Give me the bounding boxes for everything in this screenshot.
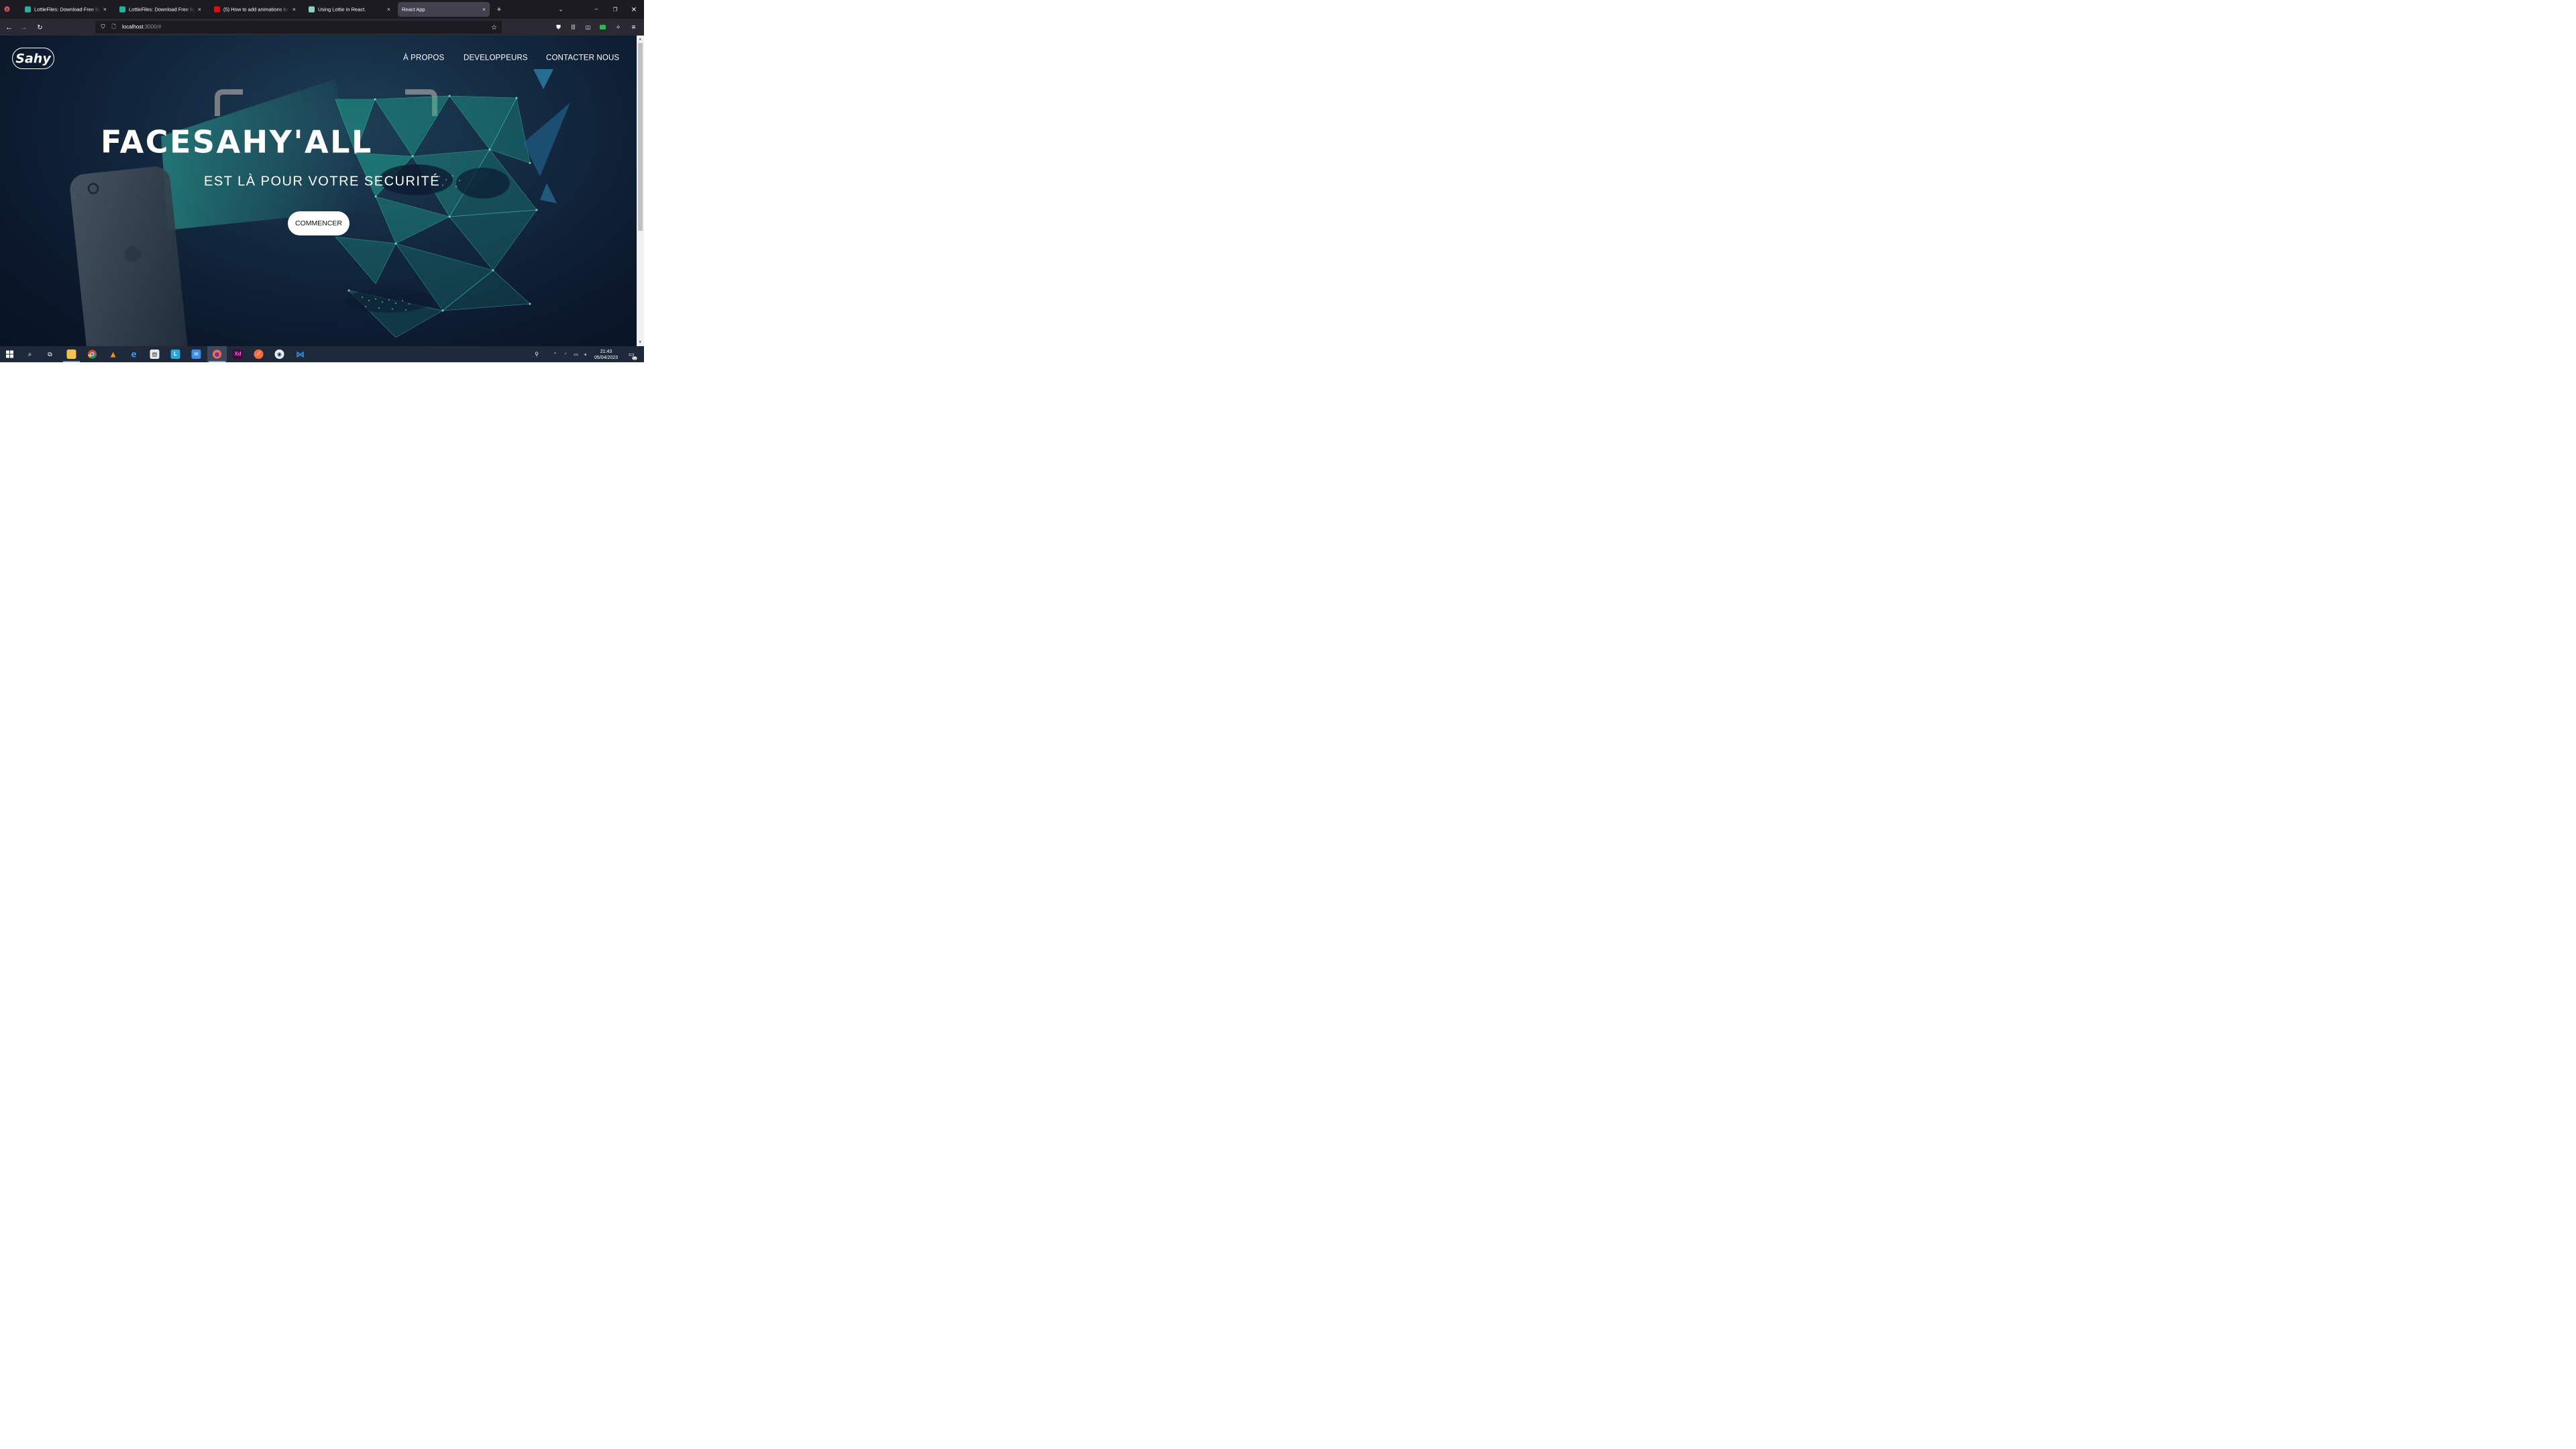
close-window-icon[interactable]: ✕ xyxy=(629,4,639,15)
face-scan-illustration xyxy=(70,69,570,346)
back-icon[interactable]: ← xyxy=(4,22,14,32)
show-hidden-icons-icon[interactable]: ⌃ xyxy=(550,346,560,362)
tab-using-lottie[interactable]: Using Lottie in React. × xyxy=(305,2,394,17)
restore-icon[interactable]: ❐ xyxy=(610,4,621,15)
nav-link-contacter-nous[interactable]: CONTACTER NOUS xyxy=(546,53,619,62)
store-icon[interactable]: ▤ xyxy=(145,346,164,362)
youtube-icon xyxy=(214,6,220,13)
extension-icon[interactable] xyxy=(598,22,608,32)
firefox-view-icon[interactable] xyxy=(2,4,12,14)
app-l-icon[interactable]: L xyxy=(166,346,185,362)
list-tabs-icon[interactable]: ⌄ xyxy=(555,4,566,15)
notification-center-icon[interactable]: ▭ 11 xyxy=(625,346,638,362)
tab-lottiefiles-1[interactable]: LottieFiles: Download Free lightweight a… xyxy=(21,2,111,17)
bookmark-star-icon[interactable]: ☆ xyxy=(490,23,498,32)
forward-icon[interactable]: → xyxy=(19,22,29,32)
adobe-xd-icon[interactable]: Xd xyxy=(228,346,248,362)
firefox-icon[interactable] xyxy=(207,346,227,362)
close-icon[interactable]: × xyxy=(198,6,201,13)
tab-bar: LottieFiles: Download Free lightweight a… xyxy=(0,0,644,19)
scrollbar[interactable]: ▲ ▼ xyxy=(637,36,644,346)
navigation-bar: ← → ↻ ⛉ 🗋 localhost:3000/# ☆ ⛊ ||| ◫ ✧ ≡ xyxy=(0,19,644,36)
logo[interactable]: Sahy xyxy=(12,48,54,69)
battery-icon[interactable]: ▭ xyxy=(571,346,581,362)
close-icon[interactable]: × xyxy=(292,6,296,13)
minimize-icon[interactable]: – xyxy=(591,4,602,15)
chrome-icon[interactable] xyxy=(83,346,102,362)
generic-page-icon xyxy=(309,6,315,13)
edge-icon[interactable]: e xyxy=(124,346,144,362)
commencer-button[interactable]: COMMENCER xyxy=(288,211,350,235)
tab-title: LottieFiles: Download Free lightweight a… xyxy=(129,6,195,13)
tab-react-app[interactable]: React App × xyxy=(398,2,490,17)
reload-icon[interactable]: ↻ xyxy=(35,22,45,32)
hero-subtitle: EST LÀ POUR VOTRE SECURITÉ xyxy=(204,174,441,189)
file-explorer-icon[interactable] xyxy=(62,346,81,362)
taskbar: ⌕ ⧉ ▲ e ▤ L ✉ Xd ⟋ ◉ ⋈ ⚲ ⌃ ◜ ▭ 🔈︎ 21:43 … xyxy=(0,346,644,362)
url-host: localhost xyxy=(122,24,144,30)
scroll-up-icon[interactable]: ▲ xyxy=(639,37,642,41)
nav-link-developpeurs[interactable]: DEVELOPPEURS xyxy=(464,53,528,62)
postman-icon[interactable]: ⟋ xyxy=(249,346,268,362)
clock-time: 21:43 xyxy=(600,348,612,354)
vlc-icon[interactable]: ▲ xyxy=(103,346,123,362)
close-icon[interactable]: × xyxy=(482,6,486,13)
scrollbar-thumb[interactable] xyxy=(638,43,643,231)
close-icon[interactable]: × xyxy=(103,6,107,13)
screen: LottieFiles: Download Free lightweight a… xyxy=(0,0,644,362)
lottiefiles-icon xyxy=(25,6,31,13)
volume-icon[interactable]: 🔈︎ xyxy=(581,346,591,362)
nav-link-a-propos[interactable]: À PROPOS xyxy=(403,53,444,62)
app-circle-icon[interactable]: ◉ xyxy=(270,346,289,362)
tab-youtube[interactable]: (5) How to add animations to your React … xyxy=(210,2,300,17)
lottiefiles-icon xyxy=(119,6,125,13)
notification-badge: 11 xyxy=(632,356,637,360)
people-icon[interactable]: ⚲ xyxy=(530,346,543,362)
shield-icon[interactable]: ⛉ xyxy=(99,23,107,31)
close-icon[interactable]: × xyxy=(387,6,390,13)
mail-icon[interactable]: ✉ xyxy=(186,346,206,362)
url-text[interactable]: localhost:3000/# xyxy=(122,24,161,30)
sidebar-icon[interactable]: ◫ xyxy=(583,22,593,32)
new-tab-icon[interactable]: + xyxy=(494,4,504,15)
clock-date: 05/04/2023 xyxy=(594,354,619,360)
hero-title: FACESAHY'ALL xyxy=(101,124,373,160)
start-icon[interactable] xyxy=(0,346,19,362)
url-bar[interactable]: ⛉ 🗋 localhost:3000/# ☆ xyxy=(95,21,502,34)
system-clock[interactable]: 21:43 05/04/2023 xyxy=(591,348,621,360)
tab-title: (5) How to add animations to your React … xyxy=(223,6,290,13)
extensions-puzzle-icon[interactable]: ✧ xyxy=(613,22,623,32)
tab-lottiefiles-2[interactable]: LottieFiles: Download Free lightweight a… xyxy=(115,2,205,17)
menu-icon[interactable]: ≡ xyxy=(629,22,639,32)
network-icon[interactable]: ◜ xyxy=(561,346,571,362)
scroll-down-icon[interactable]: ▼ xyxy=(639,340,642,344)
task-view-icon[interactable]: ⧉ xyxy=(40,346,60,362)
search-icon[interactable]: ⌕ xyxy=(20,346,40,362)
tab-title: React App xyxy=(402,6,425,13)
page-content: Sahy À PROPOS DEVELOPPEURS CONTACTER NOU… xyxy=(0,36,637,346)
pocket-icon[interactable]: ⛊ xyxy=(553,22,564,32)
page-info-icon[interactable]: 🗋 xyxy=(110,23,117,31)
tab-title: Using Lottie in React. xyxy=(318,6,366,13)
tab-title: LottieFiles: Download Free lightweight a… xyxy=(34,6,101,13)
vscode-icon[interactable]: ⋈ xyxy=(290,346,310,362)
url-path: :3000/# xyxy=(143,24,162,30)
library-icon[interactable]: ||| xyxy=(568,22,578,32)
